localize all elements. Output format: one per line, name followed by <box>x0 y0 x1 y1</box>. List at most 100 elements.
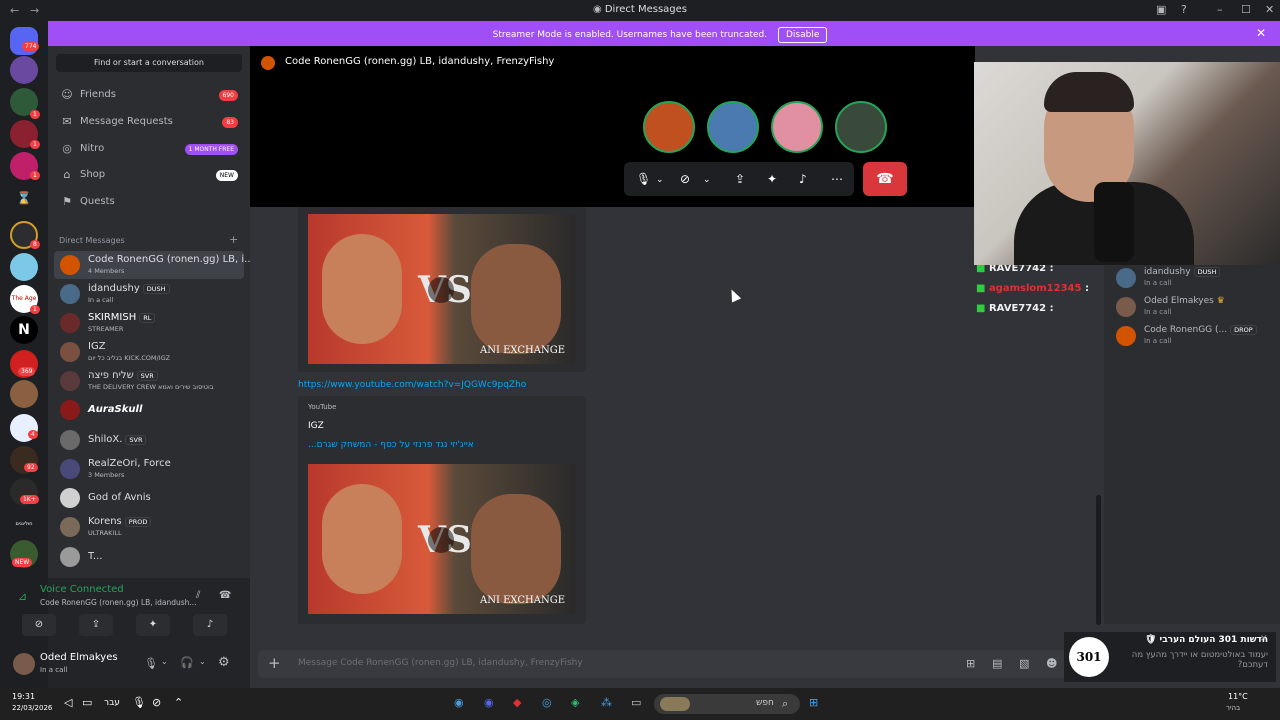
minimize-icon[interactable]: – <box>1217 3 1223 16</box>
activities-icon[interactable]: ✦ <box>767 172 777 186</box>
sidebar-item-quests[interactable]: ⚑ Quests <box>56 191 244 215</box>
steam-icon[interactable]: ◉ <box>454 696 464 709</box>
dm-item[interactable]: RealZeOri, Force 3 Members <box>54 455 244 483</box>
close-window-icon[interactable]: ✕ <box>1265 3 1274 16</box>
play-icon[interactable] <box>428 527 454 553</box>
dm-item[interactable]: God of Avnis <box>54 484 244 512</box>
headphones-icon[interactable]: 🎧 <box>180 656 194 669</box>
bluetooth-off-icon[interactable]: ⊘ <box>152 696 161 709</box>
noise-suppression-icon[interactable]: ⫽ <box>196 590 200 601</box>
clock-time[interactable]: 19:31 <box>12 692 35 701</box>
play-icon[interactable] <box>428 277 454 303</box>
dm-item[interactable]: T... <box>54 543 244 571</box>
sidebar-item-shop[interactable]: ⌂ Shop NEW <box>56 164 244 188</box>
maximize-icon[interactable]: ☐ <box>1241 3 1251 16</box>
clock-date[interactable]: 22/03/2026 <box>12 704 52 712</box>
message-input-placeholder[interactable]: Message Code RonenGG (ronen.gg) LB, idan… <box>298 658 583 668</box>
server-icon[interactable] <box>10 56 38 84</box>
dm-item[interactable]: שליח פיצה SVR THE DELIVERY CREW בוטיסוב ש… <box>54 367 244 395</box>
app-taskbar-icon[interactable]: ◆ <box>513 696 521 709</box>
screenshare-button[interactable]: ⇪ <box>79 614 113 636</box>
dm-item[interactable]: IGZ בגליב כל יום KICK.COM/IGZ <box>54 338 244 366</box>
start-apps-icon[interactable]: ⁂ <box>601 696 612 709</box>
call-participant-avatar[interactable] <box>707 101 759 153</box>
gear-icon[interactable]: ⚙ <box>218 655 230 670</box>
dm-item[interactable]: idandushy DUSH In a call <box>54 280 244 308</box>
call-participant-avatar[interactable] <box>835 101 887 153</box>
dm-item[interactable]: ShiloX. SVR <box>54 426 244 454</box>
discord-taskbar-icon[interactable]: ◉ <box>484 696 494 709</box>
sidebar-item-message-requests[interactable]: ✉ Message Requests 83 <box>56 111 244 135</box>
soundboard-button[interactable]: ♪ <box>193 614 227 636</box>
screenshare-icon[interactable]: ⇪ <box>735 172 745 186</box>
chevron-down-icon[interactable]: ⌄ <box>161 657 168 666</box>
call-participant-avatar[interactable] <box>643 101 695 153</box>
member-item[interactable]: idandushy DUSH In a call <box>1116 266 1276 292</box>
sidebar-item-friends[interactable]: ☺ Friends 690 <box>56 84 244 108</box>
member-item[interactable]: Code RonenGG (... DROP In a call <box>1116 324 1276 350</box>
chevron-down-icon[interactable]: ⌄ <box>656 175 664 185</box>
sidebar-item-nitro[interactable]: ◎ Nitro 1 MONTH FREE <box>56 138 244 162</box>
chrome-icon[interactable]: ◎ <box>542 696 552 709</box>
search-placeholder[interactable]: חפש <box>756 698 774 708</box>
dm-item[interactable]: Code RonenGG (ronen.gg) LB, i... 4 Membe… <box>54 251 254 279</box>
add-dm-icon[interactable]: + <box>229 233 238 246</box>
dm-item[interactable]: SKIRMISH RL STREAMER <box>54 309 244 337</box>
group-dm-icon <box>261 56 275 70</box>
windows-start-icon[interactable]: ⊞ <box>809 696 818 709</box>
embed-author[interactable]: IGZ <box>308 421 324 431</box>
volume-icon[interactable]: ◁ <box>64 696 72 709</box>
chevron-down-icon[interactable]: ⌄ <box>199 657 206 666</box>
server-icon[interactable] <box>10 380 38 408</box>
member-item[interactable]: Oded Elmakyes ♛ In a call <box>1116 295 1276 321</box>
hangup-button[interactable]: ☎ <box>863 162 907 196</box>
close-notification-icon[interactable]: ✕ <box>1260 634 1268 644</box>
sticker-icon[interactable]: ▧ <box>1019 657 1029 670</box>
video-thumbnail[interactable]: VS ANI EXCHANGE <box>308 464 575 614</box>
help-icon[interactable]: ? <box>1181 3 1187 16</box>
n-server-icon[interactable]: N <box>10 316 38 344</box>
notification-title: חדשות 301 העולם הערבי 🛡 <box>1144 635 1268 645</box>
search-icon[interactable]: ⌕ <box>782 697 788 711</box>
voice-channel-name[interactable]: Code RonenGG (ronen.gg) LB, idandush... <box>40 598 197 607</box>
chevron-up-icon[interactable]: ⌃ <box>174 696 183 709</box>
close-banner-icon[interactable]: ✕ <box>1256 26 1266 40</box>
gift-icon[interactable]: ⊞ <box>966 657 975 670</box>
attach-plus-icon[interactable]: + <box>268 654 281 672</box>
weather-description[interactable]: בהיר <box>1226 704 1240 712</box>
avatar[interactable] <box>13 653 35 675</box>
emoji-icon[interactable]: ☻ <box>1046 657 1057 670</box>
file-explorer-icon[interactable]: ▭ <box>631 696 641 709</box>
server-icon[interactable] <box>10 253 38 281</box>
message-link[interactable]: https://www.youtube.com/watch?v=JQGWc9pq… <box>298 380 526 390</box>
embed-title[interactable]: אייג'יזי נגד פרנזי על כסף - המשחק שגרם..… <box>308 440 474 450</box>
camera-off-icon[interactable]: ⊘ <box>680 172 690 186</box>
disable-streamer-mode-button[interactable]: Disable <box>777 27 828 43</box>
hourglass-icon[interactable]: ⌛ <box>10 184 38 212</box>
network-icon[interactable]: ▭ <box>82 696 92 709</box>
call-participant-avatar[interactable] <box>771 101 823 153</box>
app-taskbar-icon[interactable]: ◈ <box>571 696 579 709</box>
disconnect-icon[interactable]: ☎ <box>219 590 231 601</box>
activities-button[interactable]: ✦ <box>136 614 170 636</box>
microphone-tray-icon[interactable]: 🎙 <box>132 696 146 709</box>
hooligans-server-icon[interactable]: חוליגנים <box>10 510 38 538</box>
dm-item[interactable]: AuraSkull <box>54 396 244 424</box>
camera-toggle-button[interactable]: ⊘ <box>22 614 56 636</box>
weather-temperature[interactable]: 11°C <box>1228 692 1248 701</box>
inbox-icon[interactable]: ▣ <box>1156 3 1166 16</box>
more-options-icon[interactable]: ⋯ <box>831 172 843 186</box>
dm-item[interactable]: Korens PROD ULTRAKILL <box>54 513 244 541</box>
chevron-down-icon[interactable]: ⌄ <box>703 175 711 185</box>
dm-name-text: שליח פיצה <box>88 370 134 381</box>
microphone-icon[interactable]: 🎙 <box>144 657 158 670</box>
chat-scrollbar[interactable] <box>1096 495 1101 625</box>
gif-icon[interactable]: ▤ <box>992 657 1002 670</box>
find-conversation-button[interactable]: Find or start a conversation <box>56 54 242 72</box>
video-thumbnail[interactable]: VS ANI EXCHANGE <box>308 214 575 364</box>
microphone-icon[interactable]: 🎙 <box>636 172 651 186</box>
soundboard-icon[interactable]: ♪ <box>799 172 807 186</box>
input-language[interactable]: עבר <box>104 698 120 708</box>
voice-connected-title[interactable]: Voice Connected <box>40 584 124 595</box>
user-name[interactable]: Oded Elmakyes <box>40 652 118 663</box>
